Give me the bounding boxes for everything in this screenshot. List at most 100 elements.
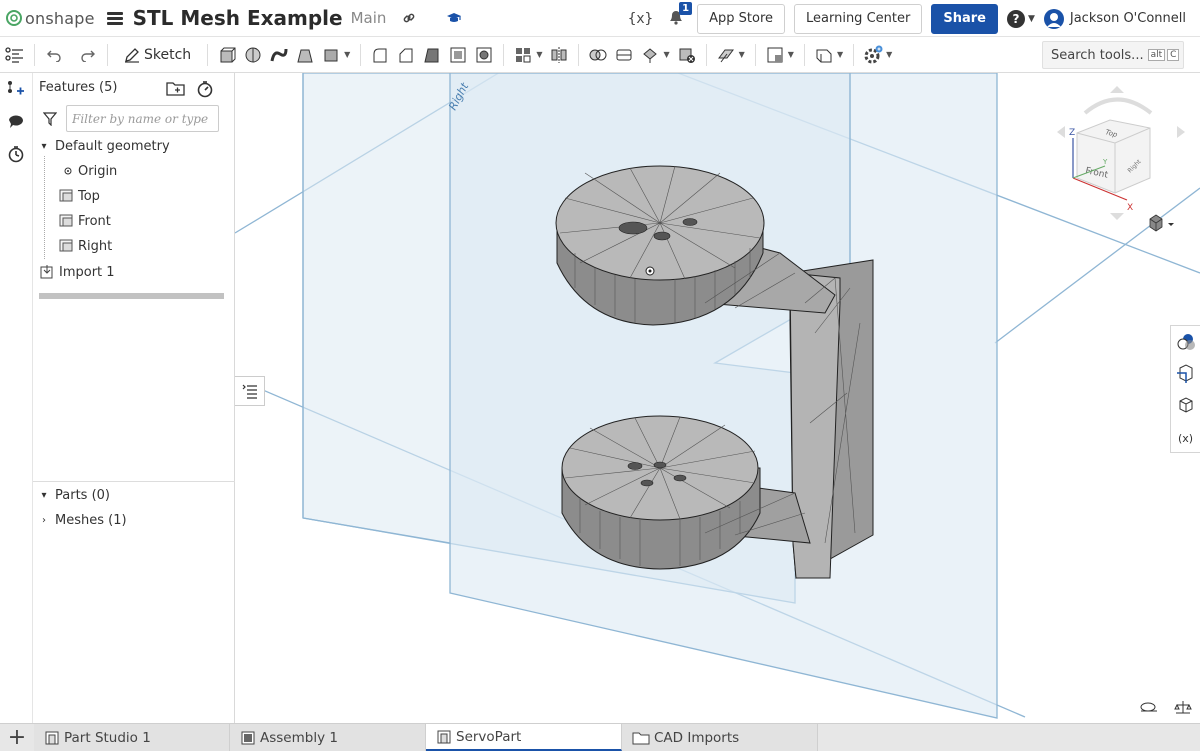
list-collapse-icon xyxy=(242,384,257,399)
sketch-button[interactable]: Sketch xyxy=(118,42,197,68)
rollback-bar[interactable] xyxy=(39,293,224,299)
rollback-timer-icon[interactable] xyxy=(196,80,214,98)
draft-icon[interactable] xyxy=(421,44,443,66)
main-menu-icon[interactable] xyxy=(106,11,123,25)
chamfer-icon[interactable] xyxy=(395,44,417,66)
app-store-button[interactable]: App Store xyxy=(697,3,785,34)
notifications-button[interactable]: 1 xyxy=(667,1,693,29)
axis-z-label: Z xyxy=(1069,128,1075,138)
thicken-icon[interactable] xyxy=(320,44,342,66)
add-to-feature-list-icon[interactable] xyxy=(5,78,27,100)
revolve-icon[interactable] xyxy=(242,44,264,66)
tree-connector xyxy=(44,156,45,259)
tab-cad-imports[interactable]: CAD Imports xyxy=(622,724,818,751)
tree-group-default-geometry[interactable]: ▾ Default geometry xyxy=(37,135,170,157)
axis-y-label: Y xyxy=(1102,158,1108,166)
panel-collapse-button[interactable] xyxy=(235,376,265,406)
share-button[interactable]: Share xyxy=(931,3,998,34)
help-menu[interactable]: ? ▼ xyxy=(1006,9,1035,28)
origin-icon xyxy=(64,167,72,175)
link-icon[interactable] xyxy=(402,11,416,25)
filter-input[interactable] xyxy=(66,105,219,132)
section-view-icon[interactable] xyxy=(1171,358,1200,390)
chevron-down-icon[interactable]: ▾ xyxy=(37,490,51,501)
add-tab-button[interactable]: + xyxy=(0,724,34,751)
sheet-metal-icon[interactable] xyxy=(813,44,835,66)
hole-icon[interactable] xyxy=(473,44,495,66)
parts-label: Parts (0) xyxy=(55,487,110,503)
chevron-down-icon[interactable]: ▼ xyxy=(536,50,542,59)
chevron-down-icon[interactable]: ▼ xyxy=(344,50,350,59)
assembly-icon xyxy=(241,731,255,744)
learning-center-button[interactable]: Learning Center xyxy=(794,3,923,34)
tree-item-import[interactable]: Import 1 xyxy=(39,261,115,283)
tree-group-label: Default geometry xyxy=(55,138,170,154)
graphics-viewport[interactable]: Right Top Front Right Z X Y xyxy=(235,73,1200,723)
axis-x-label: X xyxy=(1127,203,1133,213)
learning-cap-icon[interactable] xyxy=(446,11,462,25)
plane-icon xyxy=(59,189,73,202)
display-states-icon[interactable] xyxy=(1171,390,1200,422)
logo-text: onshape xyxy=(25,8,95,28)
left-icon-strip xyxy=(0,73,33,723)
tab-servopart[interactable]: ServoPart xyxy=(426,724,622,751)
bottom-tab-bar: + Part Studio 1 Assembly 1 ServoPart CAD… xyxy=(0,723,1200,751)
tree-item-front[interactable]: Front xyxy=(59,210,111,232)
tab-label: ServoPart xyxy=(456,728,522,745)
tab-part-studio-1[interactable]: Part Studio 1 xyxy=(34,724,230,751)
add-folder-icon[interactable] xyxy=(166,80,186,96)
chevron-down-icon[interactable]: ▼ xyxy=(788,50,794,59)
onshape-logo[interactable]: onshape xyxy=(6,9,95,28)
sweep-icon[interactable] xyxy=(268,44,290,66)
user-name: Jackson O'Connell xyxy=(1069,11,1186,26)
tree-item-origin[interactable]: Origin xyxy=(61,160,117,182)
3d-scene[interactable]: Right Top Front Right Z X Y xyxy=(235,73,1200,723)
chevron-down-icon[interactable]: ▼ xyxy=(837,50,843,59)
measure-icon[interactable] xyxy=(1140,700,1158,714)
user-menu[interactable]: Jackson O'Connell xyxy=(1043,8,1186,30)
transform-icon[interactable] xyxy=(639,44,661,66)
tree-item-label: Front xyxy=(78,213,111,229)
feature-list-toggle-icon[interactable] xyxy=(4,44,26,66)
shell-icon[interactable] xyxy=(447,44,469,66)
versions-history-icon[interactable] xyxy=(5,143,27,165)
mate-connector-icon[interactable] xyxy=(764,44,786,66)
boolean-icon[interactable] xyxy=(587,44,609,66)
pattern-icon[interactable] xyxy=(512,44,534,66)
mass-properties-icon[interactable] xyxy=(1174,700,1192,714)
search-tools-input[interactable]: Search tools... alt C xyxy=(1042,41,1184,69)
parts-section[interactable]: ▾ Parts (0) xyxy=(37,484,110,506)
import-icon xyxy=(40,265,53,279)
meshes-section[interactable]: › Meshes (1) xyxy=(37,509,127,531)
document-title[interactable]: STL Mesh Example xyxy=(133,6,343,30)
chevron-down-icon[interactable]: ▼ xyxy=(886,50,892,59)
variable-table-text: (x) xyxy=(1177,431,1194,445)
filter-icon[interactable] xyxy=(43,111,57,126)
tab-label: Part Studio 1 xyxy=(64,729,151,746)
variable-table-icon[interactable]: (x) xyxy=(1171,422,1200,454)
chevron-right-icon[interactable]: › xyxy=(37,515,51,526)
fillet-icon[interactable] xyxy=(369,44,391,66)
plane-icon[interactable] xyxy=(715,44,737,66)
comments-icon[interactable] xyxy=(5,110,27,132)
chevron-down-icon[interactable]: ▼ xyxy=(663,50,669,59)
variables-icon[interactable]: {x} xyxy=(628,11,653,27)
mirror-icon[interactable] xyxy=(548,44,570,66)
undo-icon[interactable] xyxy=(43,44,65,66)
appearance-icon[interactable] xyxy=(1171,326,1200,358)
tree-item-right[interactable]: Right xyxy=(59,235,112,257)
search-tools-placeholder: Search tools... xyxy=(1051,47,1144,63)
split-icon[interactable] xyxy=(613,44,635,66)
tree-item-top[interactable]: Top xyxy=(59,185,100,207)
delete-part-icon[interactable] xyxy=(676,44,698,66)
chevron-down-icon[interactable]: ▼ xyxy=(739,50,745,59)
loft-icon[interactable] xyxy=(294,44,316,66)
tab-assembly-1[interactable]: Assembly 1 xyxy=(230,724,426,751)
view-cube[interactable]: Top Front Right Z X Y xyxy=(1057,86,1185,232)
folder-icon xyxy=(632,732,650,744)
custom-features-icon[interactable] xyxy=(862,44,884,66)
branch-name[interactable]: Main xyxy=(351,9,387,27)
extrude-icon[interactable] xyxy=(216,44,238,66)
chevron-down-icon[interactable]: ▾ xyxy=(37,141,51,152)
redo-icon[interactable] xyxy=(77,44,99,66)
